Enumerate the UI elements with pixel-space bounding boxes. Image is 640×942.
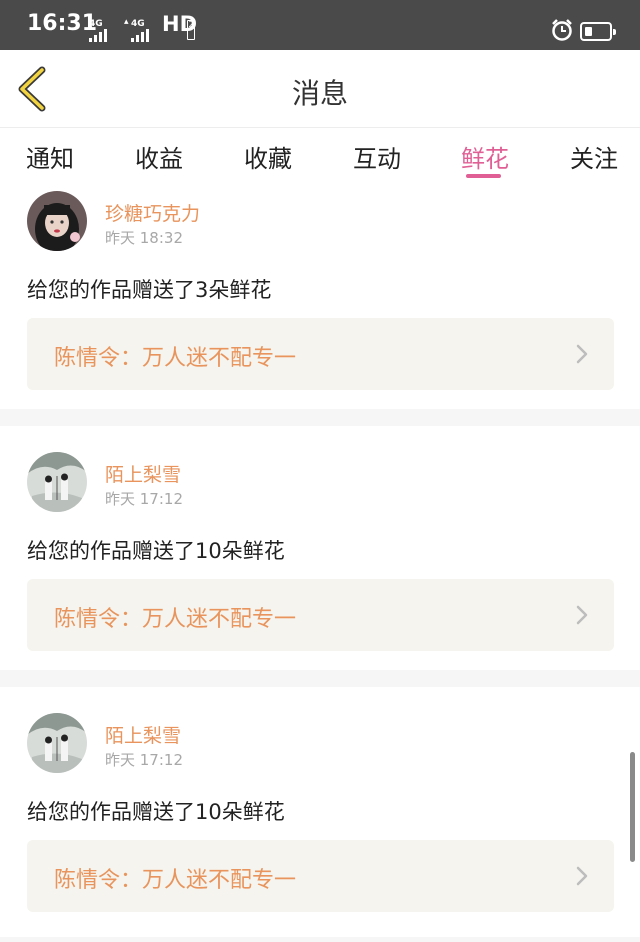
tab-interactions[interactable]: 互动 [353,139,401,174]
divider [0,409,640,426]
message-item: 陌上梨雪 昨天 17:12 给您的作品赠送了10朵鲜花 陈情令：万人迷不配专一 [0,687,640,942]
tab-bar: 通知 收益 收藏 互动 鲜花 关注 [0,128,640,183]
user-name[interactable]: 陌上梨雪 [105,721,181,748]
chevron-right-icon [576,866,588,886]
divider [0,937,640,942]
status-time: 16:31 [27,11,98,36]
chevron-right-icon [576,344,588,364]
work-link[interactable]: 陈情令：万人迷不配专一 [27,579,614,651]
network-type-2: 4G [131,19,145,29]
avatar[interactable] [27,713,87,773]
message-text: 给您的作品赠送了10朵鲜花 [27,539,285,563]
chevron-right-icon [576,605,588,625]
alarm-clock-icon [552,19,572,41]
work-link[interactable]: 陈情令：万人迷不配专一 [27,840,614,912]
message-time: 昨天 17:12 [105,751,183,769]
active-tab-indicator [466,174,501,178]
work-title: 陈情令：万人迷不配专一 [54,868,297,893]
message-time: 昨天 17:12 [105,490,183,508]
work-title: 陈情令：万人迷不配专一 [54,607,297,632]
signal-icon-2 [131,29,149,42]
message-text: 给您的作品赠送了3朵鲜花 [27,278,272,302]
user-name[interactable]: 珍糖巧克力 [105,199,200,226]
status-bar: 16:31 4G ▴ 4G HD 2 [0,0,640,50]
network-type-1: 4G [89,19,103,29]
avatar[interactable] [27,452,87,512]
tab-earnings[interactable]: 收益 [135,139,183,174]
battery-icon [580,22,616,41]
tab-flowers[interactable]: 鲜花 [461,139,509,174]
user-name[interactable]: 陌上梨雪 [105,460,181,487]
work-link[interactable]: 陈情令：万人迷不配专一 [27,318,614,390]
tab-notifications[interactable]: 通知 [26,139,74,174]
page-title: 消息 [291,77,348,110]
signal-icon-1 [89,29,107,42]
message-text: 给您的作品赠送了10朵鲜花 [27,800,285,824]
work-title: 陈情令：万人迷不配专一 [54,346,297,371]
message-time: 昨天 18:32 [105,229,183,247]
avatar[interactable] [27,191,87,251]
message-item: 陌上梨雪 昨天 17:12 给您的作品赠送了10朵鲜花 陈情令：万人迷不配专一 [0,426,640,670]
tab-favorites[interactable]: 收藏 [244,139,292,174]
message-item: 珍糖巧克力 昨天 18:32 给您的作品赠送了3朵鲜花 陈情令：万人迷不配专一 [0,183,640,409]
scrollbar[interactable] [630,752,635,862]
tab-follows[interactable]: 关注 [570,139,618,174]
divider [0,670,640,687]
nav-bar: 消息 [0,50,640,128]
hd-sub-label: 2 [187,20,195,40]
